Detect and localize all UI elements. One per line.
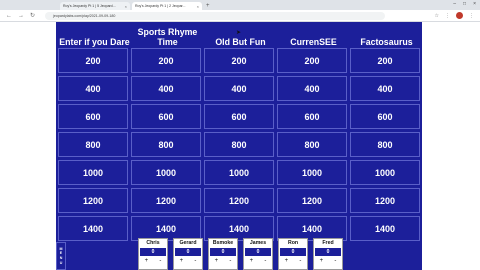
question-cell[interactable]: 600 <box>204 104 274 129</box>
scoreboard: Chris 0 + - Gerard 0 + - Bsmoke 0 + - James… <box>138 238 344 270</box>
player-card: James 0 + - <box>243 238 273 270</box>
player-score[interactable]: 0 <box>175 248 201 256</box>
player-score[interactable]: 0 <box>140 248 166 256</box>
question-cell[interactable]: 200 <box>131 48 201 73</box>
plus-button[interactable]: + <box>180 256 184 266</box>
question-cell[interactable]: 400 <box>350 76 420 101</box>
question-cell[interactable]: 1200 <box>277 188 347 213</box>
plus-button[interactable]: + <box>215 256 219 266</box>
question-cell[interactable]: 800 <box>204 132 274 157</box>
browser-actions: ☆ ⋮ ⋮ <box>435 12 474 19</box>
minus-button[interactable]: - <box>264 256 266 266</box>
category-header: CurrenSEE <box>290 37 337 47</box>
window-controls: – □ × <box>453 1 476 7</box>
minus-button[interactable]: - <box>299 256 301 266</box>
category-header: Factosaurus <box>360 37 413 47</box>
mouse-cursor-icon: ➤ <box>236 30 242 36</box>
question-cell[interactable]: 1200 <box>350 188 420 213</box>
question-cell[interactable]: 800 <box>58 132 128 157</box>
minus-button[interactable]: - <box>194 256 196 266</box>
avatar[interactable] <box>456 12 463 19</box>
close-icon[interactable]: × <box>125 4 127 9</box>
question-cell[interactable]: 1000 <box>277 160 347 185</box>
question-cell[interactable]: 600 <box>58 104 128 129</box>
question-cell[interactable]: 1000 <box>204 160 274 185</box>
new-tab-icon[interactable]: + <box>206 2 210 10</box>
question-cell[interactable]: 400 <box>58 76 128 101</box>
player-score[interactable]: 0 <box>210 248 236 256</box>
url-field[interactable]: jeopardylabs.com/play/2021-09-09-180 <box>45 11 386 20</box>
question-cell[interactable]: 200 <box>204 48 274 73</box>
browser-tab-active[interactable]: Roy's Jeopardy Pt 1 | 2 Jeopar... × <box>132 2 202 10</box>
question-cell[interactable]: 1200 <box>204 188 274 213</box>
back-icon[interactable]: ← <box>6 13 12 19</box>
menu-letter: U <box>59 260 63 265</box>
player-card: Ron 0 + - <box>278 238 308 270</box>
menu-button[interactable]: MENU <box>56 242 66 270</box>
plus-button[interactable]: + <box>145 256 149 266</box>
player-card: Bsmoke 0 + - <box>208 238 238 270</box>
question-cell[interactable]: 1000 <box>58 160 128 185</box>
minus-button[interactable]: - <box>159 256 161 266</box>
minus-button[interactable]: - <box>334 256 336 266</box>
question-cell[interactable]: 1200 <box>131 188 201 213</box>
question-cell[interactable]: 400 <box>277 76 347 101</box>
question-cell[interactable]: 1000 <box>131 160 201 185</box>
minus-button[interactable]: - <box>229 256 231 266</box>
question-cell[interactable]: 200 <box>350 48 420 73</box>
question-cell[interactable]: 400 <box>131 76 201 101</box>
player-score[interactable]: 0 <box>280 248 306 256</box>
plus-button[interactable]: + <box>285 256 289 266</box>
player-card: Chris 0 + - <box>138 238 168 270</box>
jeopardy-board: Enter if you Dare Sports Rhyme Time Old … <box>56 22 422 270</box>
category-header: Sports Rhyme Time <box>137 27 198 47</box>
question-cell[interactable]: 200 <box>58 48 128 73</box>
question-cell[interactable]: 1200 <box>58 188 128 213</box>
close-icon[interactable]: × <box>197 4 199 9</box>
tab-title: Roy's Jeopardy Pt 1 | 5 Jeopard... <box>63 4 116 8</box>
question-cell[interactable]: 1000 <box>350 160 420 185</box>
question-cell[interactable]: 600 <box>350 104 420 129</box>
player-score[interactable]: 0 <box>245 248 271 256</box>
bookmark-icon[interactable]: ☆ <box>435 13 439 19</box>
maximize-icon[interactable]: □ <box>463 1 466 7</box>
question-cell[interactable]: 200 <box>277 48 347 73</box>
minimize-icon[interactable]: – <box>453 1 456 7</box>
player-name: James <box>249 240 267 246</box>
player-name: Ron <box>287 240 299 246</box>
browser-tab[interactable]: Roy's Jeopardy Pt 1 | 5 Jeopard... × <box>60 2 130 10</box>
question-cell[interactable]: 1400 <box>350 216 420 241</box>
player-card: Fred 0 + - <box>313 238 343 270</box>
player-name: Bsmoke <box>212 240 234 246</box>
player-name: Chris <box>146 240 160 246</box>
reload-icon[interactable]: ↻ <box>30 12 35 19</box>
player-name: Gerard <box>179 240 197 246</box>
question-cell[interactable]: 800 <box>277 132 347 157</box>
question-cell[interactable]: 1400 <box>58 216 128 241</box>
question-cell[interactable]: 600 <box>131 104 201 129</box>
question-cell[interactable]: 800 <box>131 132 201 157</box>
address-bar: ← → ↻ jeopardylabs.com/play/2021-09-09-1… <box>0 10 480 22</box>
extensions-icon[interactable]: ⋮ <box>445 13 450 19</box>
tab-title: Roy's Jeopardy Pt 1 | 2 Jeopar... <box>135 4 186 8</box>
question-cell[interactable]: 400 <box>204 76 274 101</box>
close-window-icon[interactable]: × <box>473 1 476 7</box>
question-cell[interactable]: 600 <box>277 104 347 129</box>
category-header: Enter if you Dare <box>59 37 130 47</box>
plus-button[interactable]: + <box>250 256 254 266</box>
question-cell[interactable]: 800 <box>350 132 420 157</box>
player-card: Gerard 0 + - <box>173 238 203 270</box>
browser-tab-bar: Roy's Jeopardy Pt 1 | 5 Jeopard... × Roy… <box>0 0 480 10</box>
player-score[interactable]: 0 <box>315 248 341 256</box>
forward-icon[interactable]: → <box>18 13 24 19</box>
browser-menu-icon[interactable]: ⋮ <box>469 13 474 19</box>
plus-button[interactable]: + <box>320 256 324 266</box>
player-name: Fred <box>322 240 334 246</box>
